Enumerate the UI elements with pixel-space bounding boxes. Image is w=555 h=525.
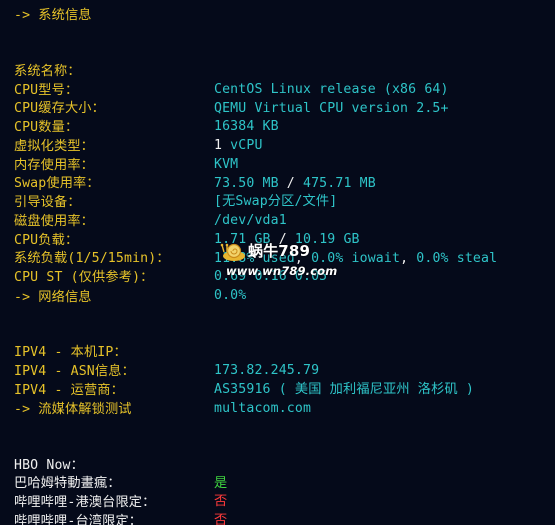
row-boot-device: 引导设备： /dev/vda1 bbox=[14, 176, 287, 228]
label-cpu-st: CPU ST (仅供参考)： bbox=[14, 270, 154, 285]
cpu-count-number: 1 bbox=[214, 138, 223, 153]
cpu-load-steal: 0.0% steal bbox=[416, 251, 498, 266]
value-virt-type: KVM bbox=[214, 157, 239, 172]
row-swap: Swap使用率： [无Swap分区/文件] bbox=[14, 157, 337, 209]
value-ipv4-ip: 173.82.245.79 bbox=[214, 363, 320, 378]
watermark-url: www.wn789.com bbox=[226, 264, 338, 278]
row-ipv4-ip: IPV4 - 本机IP： 173.82.245.79 bbox=[14, 326, 319, 378]
memory-sep: / bbox=[278, 176, 303, 191]
row-cpu-st: CPU ST (仅供参考)： 0.0% bbox=[14, 251, 246, 303]
row-disk: 磁盘使用率： 1.71 GB / 10.19 GB bbox=[14, 195, 359, 247]
row-system-load: 系统负载(1/5/15min)： 0.69 0.16 0.05 bbox=[14, 232, 327, 284]
watermark-title: 蜗牛789 bbox=[248, 242, 311, 260]
row-cpu-load: CPU负载： 11.8% used, 0.0% iowait, 0.0% ste… bbox=[14, 214, 497, 266]
section-header-system: -> 系统信息 bbox=[14, 8, 92, 23]
memory-total: 475.71 MB bbox=[303, 176, 376, 191]
row-cpu-model: CPU型号： QEMU Virtual CPU version 2.5+ bbox=[14, 64, 448, 116]
section-header-streaming: -> 流媒体解锁测试 bbox=[14, 402, 132, 417]
value-bili-hk: 否 bbox=[214, 513, 228, 525]
row-virt-type: 虚拟化类型： KVM bbox=[14, 120, 238, 172]
label-ipv4-isp: IPV4 - 运营商： bbox=[14, 383, 124, 398]
value-cpu-cache: 16384 KB bbox=[214, 119, 279, 134]
value-bahamut: 否 bbox=[214, 494, 228, 509]
row-cpu-cache: CPU缓存大小： 16384 KB bbox=[14, 82, 279, 134]
snail-logo-icon bbox=[220, 243, 245, 261]
memory-used: 73.50 MB bbox=[214, 176, 279, 191]
label-bili-tw: 哔哩哔哩-台湾限定： bbox=[14, 514, 143, 525]
row-hbo: HBO Now： 是 bbox=[14, 439, 227, 491]
value-hbo: 是 bbox=[214, 476, 228, 491]
row-bili-hk: 哔哩哔哩-港澳台限定： 否 bbox=[14, 476, 227, 525]
value-cpu-st: 0.0% bbox=[214, 288, 247, 303]
cpu-load-sep2: , bbox=[400, 251, 417, 266]
value-swap: [无Swap分区/文件] bbox=[214, 194, 338, 209]
value-memory: 73.50 MB / 475.71 MB bbox=[214, 175, 376, 193]
row-cpu-count: CPU数量： 1 vCPU bbox=[14, 101, 262, 153]
value-cpu-count: 1 vCPU bbox=[214, 137, 263, 155]
row-system-name: 系统名称： CentOS Linux release (x86 64) bbox=[14, 45, 448, 97]
row-ipv4-asn: IPV4 - ASN信息： AS35916 ( 美国 加利福尼亚州 洛杉矶 ) bbox=[14, 345, 474, 397]
row-bili-tw: 哔哩哔哩-台湾限定： 否 bbox=[14, 495, 142, 525]
value-system-name: CentOS Linux release (x86 64) bbox=[214, 82, 449, 97]
cpu-count-unit: vCPU bbox=[222, 138, 263, 153]
value-ipv4-asn: AS35916 ( 美国 加利福尼亚州 洛杉矶 ) bbox=[214, 382, 474, 397]
row-memory: 内存使用率： 73.50 MB / 475.71 MB bbox=[14, 139, 376, 191]
row-ipv4-isp: IPV4 - 运营商： multacom.com bbox=[14, 364, 311, 416]
section-header-network: -> 网络信息 bbox=[14, 290, 92, 305]
value-cpu-model: QEMU Virtual CPU version 2.5+ bbox=[214, 101, 449, 116]
value-ipv4-isp: multacom.com bbox=[214, 401, 312, 416]
value-boot-device: /dev/vda1 bbox=[214, 213, 287, 228]
watermark: 蜗牛789 www.wn789.com bbox=[218, 236, 337, 282]
terminal-window: -> 系统信息 系统名称： CentOS Linux release (x86 … bbox=[0, 0, 555, 525]
row-bahamut: 巴哈姆特動畫瘋： 否 bbox=[14, 457, 227, 509]
